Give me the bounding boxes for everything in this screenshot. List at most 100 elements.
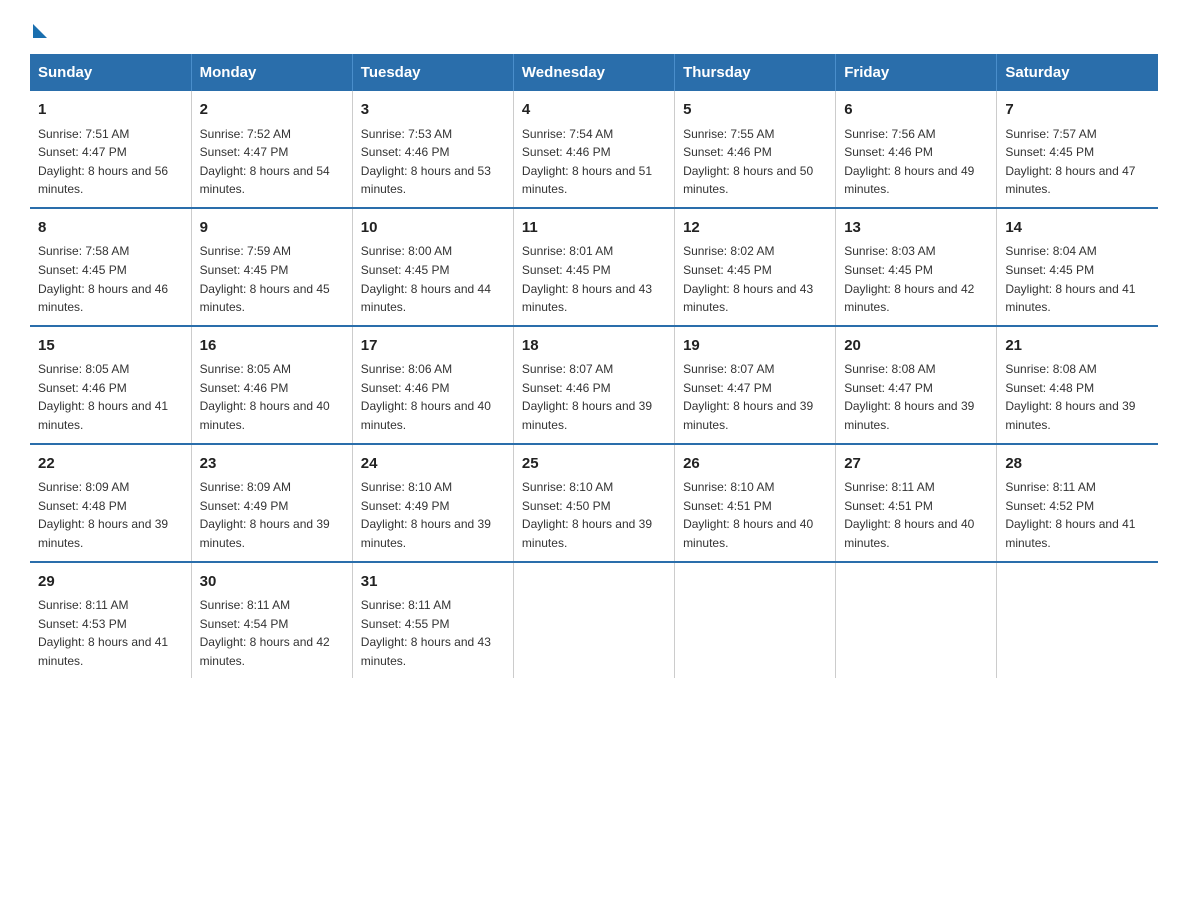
day-number: 14 [1005, 217, 1150, 240]
day-number: 23 [200, 453, 344, 476]
calendar-cell: 19Sunrise: 8:07 AMSunset: 4:47 PMDayligh… [675, 326, 836, 444]
column-header-tuesday: Tuesday [352, 54, 513, 91]
day-info: Sunrise: 8:10 AMSunset: 4:49 PMDaylight:… [361, 478, 505, 552]
day-number: 22 [38, 453, 183, 476]
day-info: Sunrise: 7:57 AMSunset: 4:45 PMDaylight:… [1005, 125, 1150, 199]
day-info: Sunrise: 8:08 AMSunset: 4:48 PMDaylight:… [1005, 360, 1150, 434]
day-info: Sunrise: 8:11 AMSunset: 4:51 PMDaylight:… [844, 478, 988, 552]
day-number: 6 [844, 99, 988, 122]
calendar-cell: 24Sunrise: 8:10 AMSunset: 4:49 PMDayligh… [352, 444, 513, 562]
column-header-sunday: Sunday [30, 54, 191, 91]
day-number: 16 [200, 335, 344, 358]
calendar-cell: 21Sunrise: 8:08 AMSunset: 4:48 PMDayligh… [997, 326, 1158, 444]
calendar-cell: 25Sunrise: 8:10 AMSunset: 4:50 PMDayligh… [513, 444, 674, 562]
day-number: 18 [522, 335, 666, 358]
calendar-cell: 30Sunrise: 8:11 AMSunset: 4:54 PMDayligh… [191, 562, 352, 679]
day-info: Sunrise: 8:01 AMSunset: 4:45 PMDaylight:… [522, 242, 666, 316]
column-header-wednesday: Wednesday [513, 54, 674, 91]
calendar-cell: 29Sunrise: 8:11 AMSunset: 4:53 PMDayligh… [30, 562, 191, 679]
calendar-cell: 15Sunrise: 8:05 AMSunset: 4:46 PMDayligh… [30, 326, 191, 444]
calendar-cell [997, 562, 1158, 679]
calendar-header-row: SundayMondayTuesdayWednesdayThursdayFrid… [30, 54, 1158, 91]
day-info: Sunrise: 7:55 AMSunset: 4:46 PMDaylight:… [683, 125, 827, 199]
column-header-thursday: Thursday [675, 54, 836, 91]
calendar-cell: 14Sunrise: 8:04 AMSunset: 4:45 PMDayligh… [997, 208, 1158, 326]
day-info: Sunrise: 7:52 AMSunset: 4:47 PMDaylight:… [200, 125, 344, 199]
day-info: Sunrise: 8:02 AMSunset: 4:45 PMDaylight:… [683, 242, 827, 316]
day-number: 3 [361, 99, 505, 122]
day-info: Sunrise: 7:58 AMSunset: 4:45 PMDaylight:… [38, 242, 183, 316]
calendar-cell [675, 562, 836, 679]
column-header-friday: Friday [836, 54, 997, 91]
calendar-cell: 12Sunrise: 8:02 AMSunset: 4:45 PMDayligh… [675, 208, 836, 326]
day-info: Sunrise: 8:08 AMSunset: 4:47 PMDaylight:… [844, 360, 988, 434]
calendar-cell: 11Sunrise: 8:01 AMSunset: 4:45 PMDayligh… [513, 208, 674, 326]
column-header-monday: Monday [191, 54, 352, 91]
calendar-cell: 13Sunrise: 8:03 AMSunset: 4:45 PMDayligh… [836, 208, 997, 326]
day-info: Sunrise: 8:07 AMSunset: 4:47 PMDaylight:… [683, 360, 827, 434]
day-info: Sunrise: 8:10 AMSunset: 4:51 PMDaylight:… [683, 478, 827, 552]
day-info: Sunrise: 8:07 AMSunset: 4:46 PMDaylight:… [522, 360, 666, 434]
calendar-cell [513, 562, 674, 679]
day-info: Sunrise: 8:10 AMSunset: 4:50 PMDaylight:… [522, 478, 666, 552]
day-number: 15 [38, 335, 183, 358]
calendar-table: SundayMondayTuesdayWednesdayThursdayFrid… [30, 54, 1158, 678]
day-number: 9 [200, 217, 344, 240]
day-info: Sunrise: 8:04 AMSunset: 4:45 PMDaylight:… [1005, 242, 1150, 316]
day-info: Sunrise: 8:00 AMSunset: 4:45 PMDaylight:… [361, 242, 505, 316]
day-number: 24 [361, 453, 505, 476]
day-info: Sunrise: 8:03 AMSunset: 4:45 PMDaylight:… [844, 242, 988, 316]
calendar-week-4: 22Sunrise: 8:09 AMSunset: 4:48 PMDayligh… [30, 444, 1158, 562]
calendar-cell: 4 Sunrise: 7:54 AMSunset: 4:46 PMDaylight… [513, 91, 674, 208]
calendar-cell: 18Sunrise: 8:07 AMSunset: 4:46 PMDayligh… [513, 326, 674, 444]
day-number: 26 [683, 453, 827, 476]
calendar-cell: 20Sunrise: 8:08 AMSunset: 4:47 PMDayligh… [836, 326, 997, 444]
day-number: 1 [38, 99, 183, 122]
day-number: 27 [844, 453, 988, 476]
calendar-cell: 10Sunrise: 8:00 AMSunset: 4:45 PMDayligh… [352, 208, 513, 326]
day-info: Sunrise: 7:51 AMSunset: 4:47 PMDaylight:… [38, 125, 183, 199]
page-header [30, 20, 1158, 34]
calendar-cell: 17Sunrise: 8:06 AMSunset: 4:46 PMDayligh… [352, 326, 513, 444]
calendar-cell: 1 Sunrise: 7:51 AMSunset: 4:47 PMDaylight… [30, 91, 191, 208]
logo-triangle-icon [33, 24, 47, 38]
day-number: 7 [1005, 99, 1150, 122]
day-info: Sunrise: 7:53 AMSunset: 4:46 PMDaylight:… [361, 125, 505, 199]
calendar-cell: 8Sunrise: 7:58 AMSunset: 4:45 PMDaylight… [30, 208, 191, 326]
column-header-saturday: Saturday [997, 54, 1158, 91]
calendar-cell: 23Sunrise: 8:09 AMSunset: 4:49 PMDayligh… [191, 444, 352, 562]
calendar-cell [836, 562, 997, 679]
day-number: 10 [361, 217, 505, 240]
day-info: Sunrise: 8:09 AMSunset: 4:49 PMDaylight:… [200, 478, 344, 552]
calendar-cell: 28Sunrise: 8:11 AMSunset: 4:52 PMDayligh… [997, 444, 1158, 562]
logo [30, 20, 47, 34]
day-number: 30 [200, 571, 344, 594]
day-number: 31 [361, 571, 505, 594]
calendar-cell: 6Sunrise: 7:56 AMSunset: 4:46 PMDaylight… [836, 91, 997, 208]
calendar-week-3: 15Sunrise: 8:05 AMSunset: 4:46 PMDayligh… [30, 326, 1158, 444]
day-number: 5 [683, 99, 827, 122]
day-info: Sunrise: 8:11 AMSunset: 4:54 PMDaylight:… [200, 596, 344, 670]
day-number: 13 [844, 217, 988, 240]
day-number: 8 [38, 217, 183, 240]
day-info: Sunrise: 7:54 AMSunset: 4:46 PMDaylight:… [522, 125, 666, 199]
calendar-week-2: 8Sunrise: 7:58 AMSunset: 4:45 PMDaylight… [30, 208, 1158, 326]
calendar-cell: 2 Sunrise: 7:52 AMSunset: 4:47 PMDaylight… [191, 91, 352, 208]
day-info: Sunrise: 8:11 AMSunset: 4:53 PMDaylight:… [38, 596, 183, 670]
day-info: Sunrise: 8:11 AMSunset: 4:52 PMDaylight:… [1005, 478, 1150, 552]
day-number: 25 [522, 453, 666, 476]
day-number: 2 [200, 99, 344, 122]
day-number: 19 [683, 335, 827, 358]
day-number: 4 [522, 99, 666, 122]
calendar-cell: 27Sunrise: 8:11 AMSunset: 4:51 PMDayligh… [836, 444, 997, 562]
calendar-cell: 7 Sunrise: 7:57 AMSunset: 4:45 PMDaylight… [997, 91, 1158, 208]
day-number: 21 [1005, 335, 1150, 358]
calendar-cell: 5 Sunrise: 7:55 AMSunset: 4:46 PMDaylight… [675, 91, 836, 208]
calendar-cell: 31Sunrise: 8:11 AMSunset: 4:55 PMDayligh… [352, 562, 513, 679]
day-info: Sunrise: 7:59 AMSunset: 4:45 PMDaylight:… [200, 242, 344, 316]
calendar-cell: 16Sunrise: 8:05 AMSunset: 4:46 PMDayligh… [191, 326, 352, 444]
day-info: Sunrise: 8:06 AMSunset: 4:46 PMDaylight:… [361, 360, 505, 434]
day-number: 28 [1005, 453, 1150, 476]
calendar-cell: 22Sunrise: 8:09 AMSunset: 4:48 PMDayligh… [30, 444, 191, 562]
calendar-cell: 3 Sunrise: 7:53 AMSunset: 4:46 PMDaylight… [352, 91, 513, 208]
